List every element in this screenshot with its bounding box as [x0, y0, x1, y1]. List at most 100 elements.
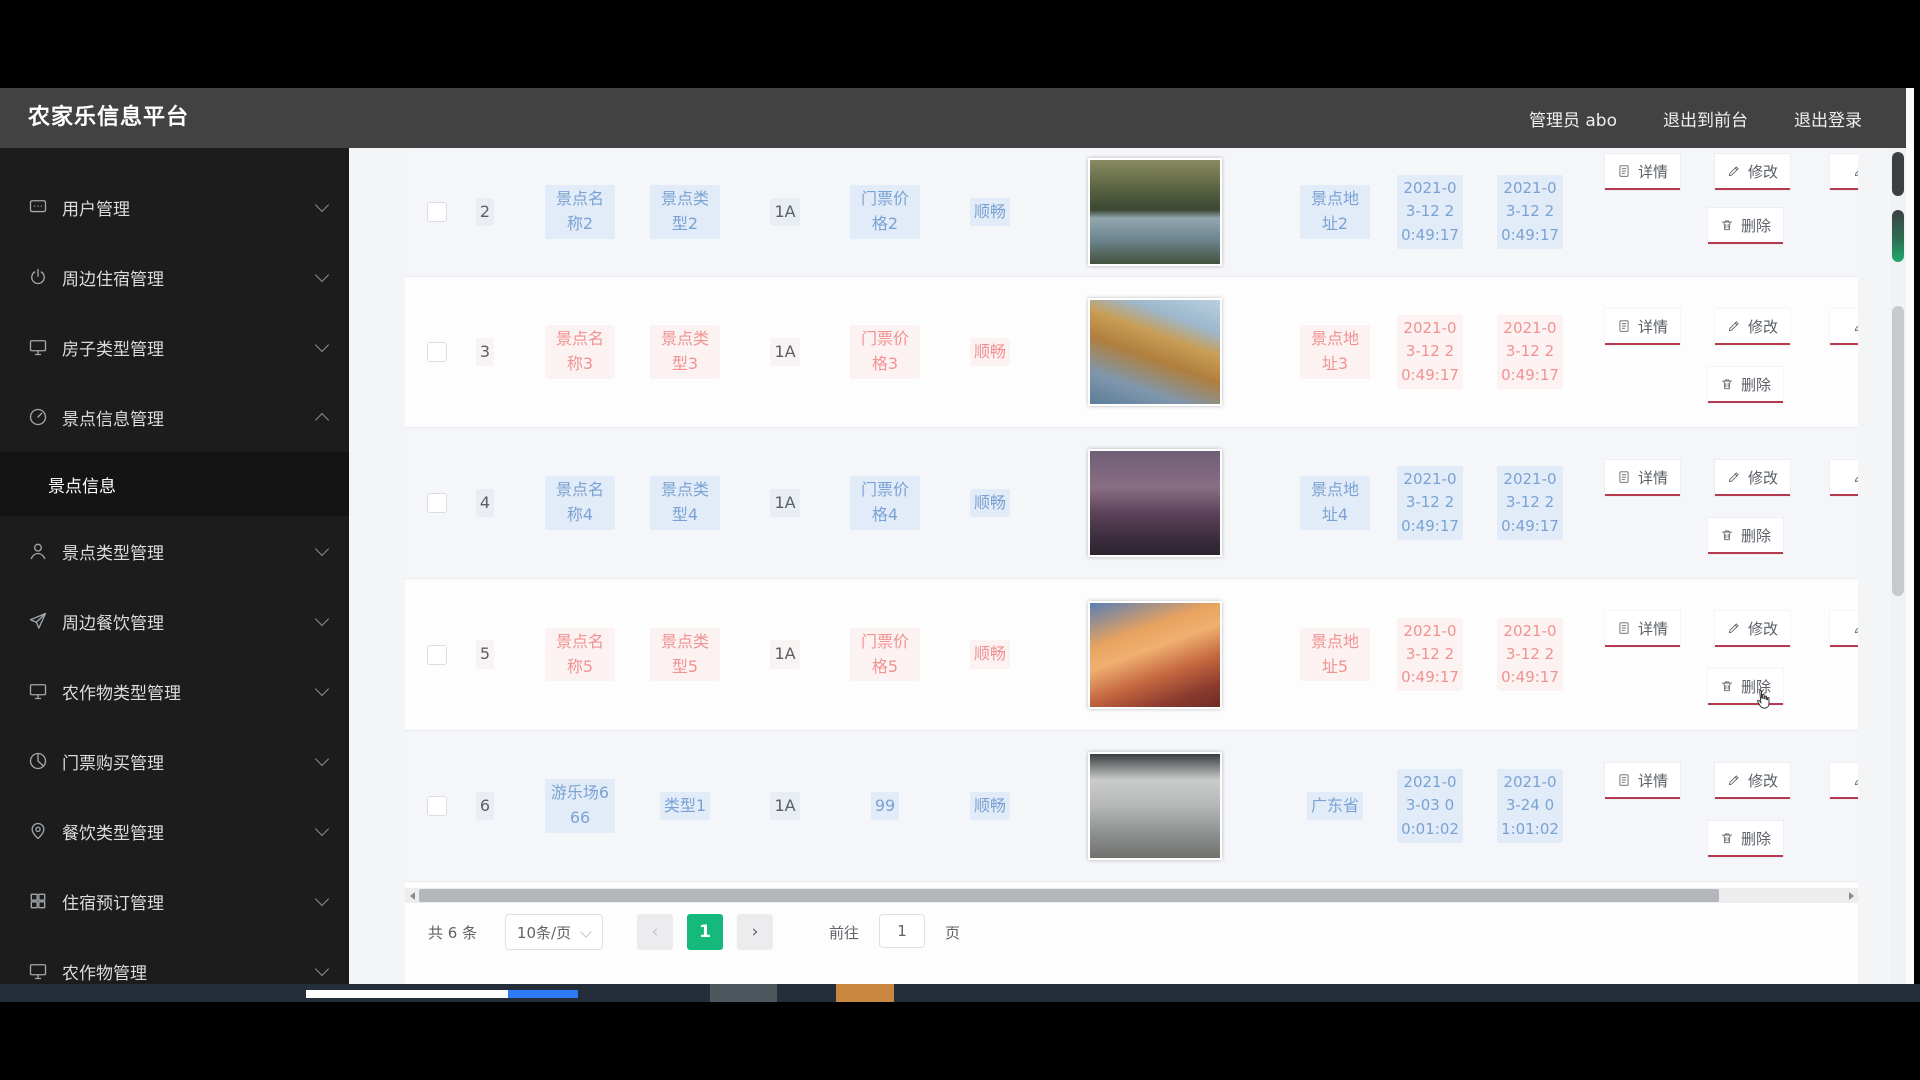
scenic-address: 景点地址3 [1300, 325, 1370, 379]
scroll-right-arrow-icon[interactable] [1844, 888, 1858, 903]
updated-time: 2021-03-24 01:01:02 [1497, 769, 1563, 843]
scroll-left-arrow-icon[interactable] [405, 888, 419, 903]
sidebar-item-label: 餐饮类型管理 [62, 819, 164, 844]
sidebar-item-crop-types[interactable]: 农作物类型管理 [0, 656, 349, 726]
monitor-icon [26, 679, 50, 703]
extra-action-button[interactable] [1830, 154, 1858, 190]
next-page-button[interactable]: › [737, 914, 773, 950]
sidebar: 用户管理 周边住宿管理 房子类型管理 景点信息管理 景点信息 景点类型管理 [0, 148, 349, 984]
sidebar-item-lodging[interactable]: 周边住宿管理 [0, 242, 349, 312]
screen-right-letterbox [1914, 0, 1920, 1080]
chevron-down-icon [315, 267, 329, 281]
table-row: 6 游乐场666 类型1 1A 99 顺畅 广东省 2021-03-03 00:… [405, 731, 1858, 882]
sidebar-item-label: 住宿预订管理 [62, 889, 164, 914]
detail-button[interactable]: 详情 [1605, 309, 1680, 345]
detail-button[interactable]: 详情 [1605, 460, 1680, 496]
sidebar-item-house-types[interactable]: 房子类型管理 [0, 312, 349, 382]
chevron-down-icon [315, 541, 329, 555]
total-count-label: 共 6 条 [428, 914, 477, 950]
sidebar-item-label: 门票购买管理 [62, 749, 164, 774]
sidebar-item-scenic-info[interactable]: 景点信息管理 [0, 382, 349, 452]
detail-button[interactable]: 详情 [1605, 154, 1680, 190]
row-checkbox[interactable] [427, 796, 447, 816]
delete-button[interactable]: 删除 [1708, 367, 1783, 403]
sidebar-item-dining[interactable]: 周边餐饮管理 [0, 586, 349, 656]
detail-button[interactable]: 详情 [1605, 763, 1680, 799]
chevron-up-icon [315, 413, 329, 427]
pie-chart-icon [26, 749, 50, 773]
horizontal-scrollbar[interactable] [405, 888, 1858, 903]
sidebar-item-label: 景点信息管理 [62, 405, 164, 430]
jump-prefix-label: 前往 [829, 914, 859, 950]
sidebar-item-dining-types[interactable]: 餐饮类型管理 [0, 796, 349, 866]
scenic-name: 景点名称2 [545, 185, 615, 239]
horizontal-scrollbar-thumb[interactable] [419, 889, 1719, 902]
trash-icon [1720, 528, 1734, 542]
scenic-name: 景点名称3 [545, 325, 615, 379]
delete-button[interactable]: 删除 [1708, 518, 1783, 554]
power-icon [26, 265, 50, 289]
sidebar-item-tickets[interactable]: 门票购买管理 [0, 726, 349, 796]
vertical-scrollbar-thumb[interactable] [1892, 306, 1904, 596]
sidebar-item-bookings[interactable]: 住宿预订管理 [0, 866, 349, 936]
edit-button[interactable]: 修改 [1715, 309, 1790, 345]
extra-action-button[interactable] [1830, 309, 1858, 345]
row-checkbox[interactable] [427, 202, 447, 222]
edit-button[interactable]: 修改 [1715, 763, 1790, 799]
scenic-address: 广东省 [1307, 792, 1363, 821]
detail-button[interactable]: 详情 [1605, 611, 1680, 647]
extra-action-button[interactable] [1830, 611, 1858, 647]
exit-to-front-link[interactable]: 退出到前台 [1663, 106, 1748, 131]
table-row: 5 景点名称5 景点类型5 1A 门票价格5 顺畅 景点地址5 2021-03-… [405, 579, 1858, 731]
edit-button[interactable]: 修改 [1715, 154, 1790, 190]
pencil-icon [1727, 319, 1741, 333]
trash-icon [1720, 218, 1734, 232]
admin-user-label: 管理员 abo [1529, 106, 1617, 131]
extra-action-button[interactable] [1830, 460, 1858, 496]
current-page-button[interactable]: 1 [687, 914, 723, 950]
sidebar-item-scenic-types[interactable]: 景点类型管理 [0, 516, 349, 586]
extra-action-button[interactable] [1830, 763, 1858, 799]
scenic-grade: 1A [770, 338, 799, 367]
document-icon [1617, 621, 1631, 635]
scroll-position-indicator[interactable] [1892, 210, 1904, 262]
scenic-type: 景点类型3 [650, 325, 720, 379]
row-id: 2 [476, 198, 494, 227]
send-icon [26, 609, 50, 633]
chevron-down-icon [315, 337, 329, 351]
page-jump-input[interactable]: 1 [879, 914, 925, 948]
delete-button[interactable]: 删除 [1708, 669, 1783, 705]
delete-button[interactable]: 删除 [1708, 208, 1783, 244]
row-checkbox[interactable] [427, 493, 447, 513]
scenic-grade: 1A [770, 198, 799, 227]
page-size-select[interactable]: 10条/页 [505, 914, 603, 950]
row-checkbox[interactable] [427, 342, 447, 362]
sidebar-subitem-label: 景点信息 [48, 472, 116, 497]
vertical-scrollbar-thumb[interactable] [1892, 152, 1904, 196]
jump-suffix-label: 页 [945, 914, 960, 950]
delete-button[interactable]: 删除 [1708, 821, 1783, 857]
updated-time: 2021-03-12 20:49:17 [1497, 466, 1563, 540]
sidebar-item-label: 房子类型管理 [62, 335, 164, 360]
trash-icon [1720, 679, 1734, 693]
prev-page-button[interactable]: ‹ [637, 914, 673, 950]
logout-link[interactable]: 退出登录 [1794, 106, 1862, 131]
chevron-down-icon [315, 751, 329, 765]
document-icon [1617, 470, 1631, 484]
scenic-photo [1088, 298, 1222, 406]
status-text: 顺畅 [970, 640, 1010, 669]
pencil-icon [1727, 164, 1741, 178]
row-id: 6 [476, 792, 494, 821]
sidebar-subitem-scenic-info[interactable]: 景点信息 [0, 452, 349, 516]
scenic-photo [1088, 158, 1222, 266]
document-icon [1617, 319, 1631, 333]
chat-icon [26, 195, 50, 219]
edit-button[interactable]: 修改 [1715, 611, 1790, 647]
row-checkbox[interactable] [427, 645, 447, 665]
progress-marker-orange [836, 984, 894, 1002]
created-time: 2021-03-03 00:01:02 [1397, 769, 1463, 843]
chevron-down-icon [580, 926, 591, 937]
sidebar-item-label: 农作物类型管理 [62, 679, 181, 704]
edit-button[interactable]: 修改 [1715, 460, 1790, 496]
sidebar-item-users[interactable]: 用户管理 [0, 172, 349, 242]
